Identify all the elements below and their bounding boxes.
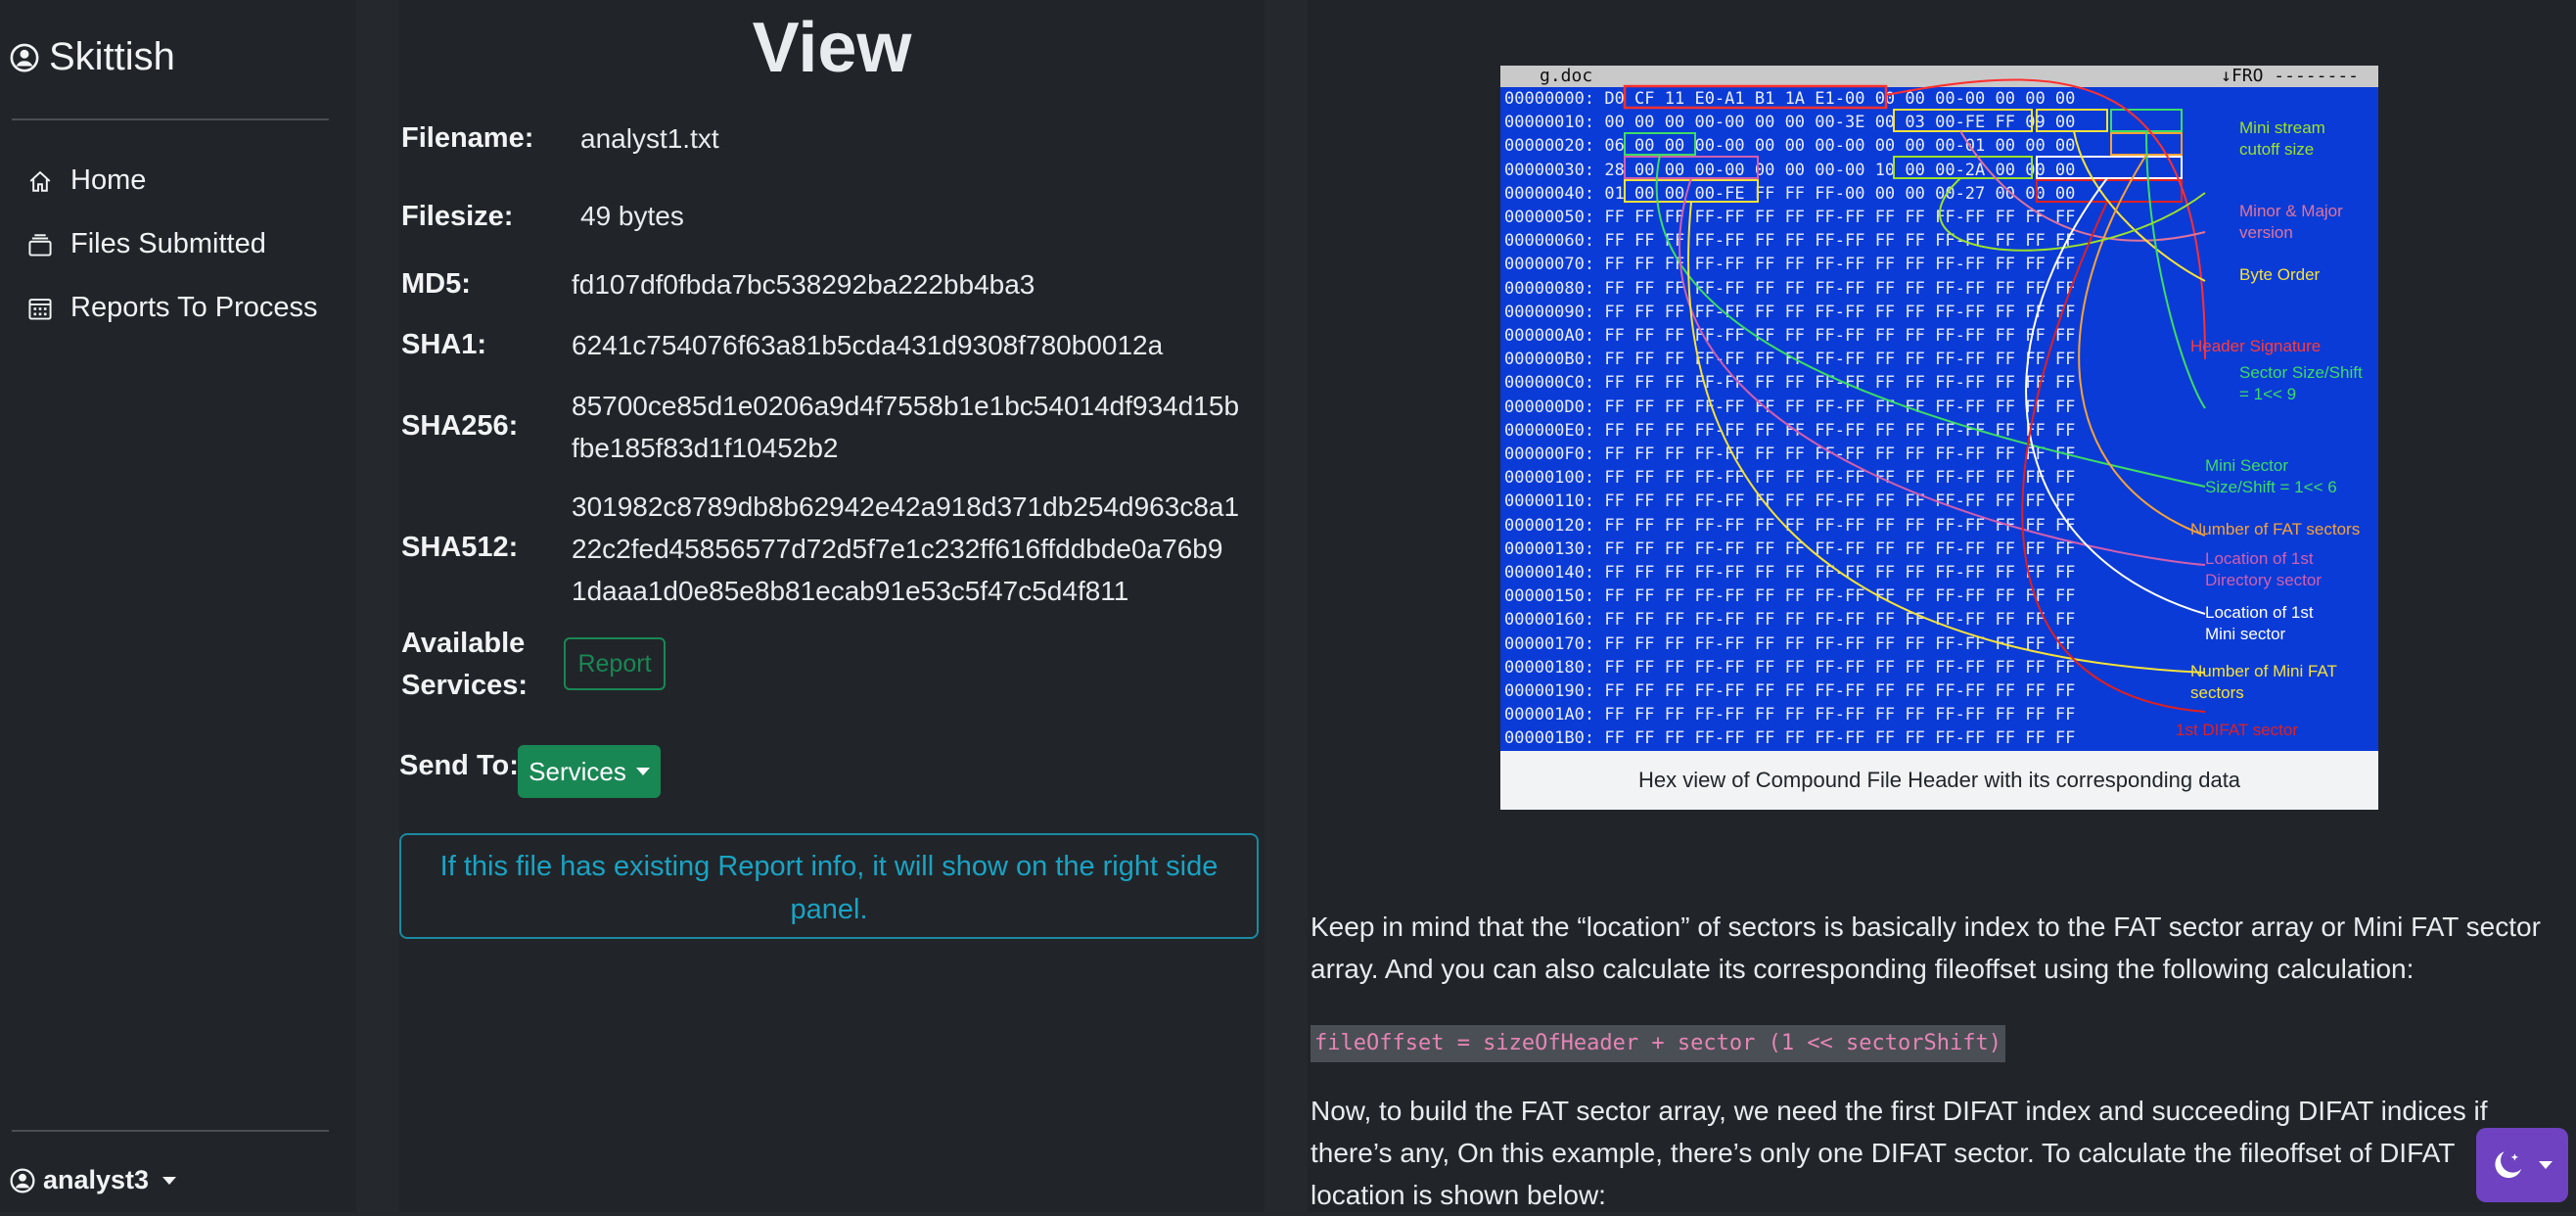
sha256-label: SHA256: <box>401 410 519 442</box>
annotation-label: Sector Size/Shift = 1<< 9 <box>2239 363 2363 403</box>
sha512-line: 22c2fed45856577d72d5f7e1c232ff616ffddbde… <box>572 534 1223 564</box>
paragraph-line: array. And you can also calculate its co… <box>1311 954 2415 984</box>
house-icon <box>29 170 51 192</box>
annotation-label: Number of Mini FAT sectors <box>2190 662 2337 702</box>
send-to-label: Send To: <box>399 750 519 781</box>
nav-files-submitted-label: Files Submitted <box>70 228 266 259</box>
report-info-alert: If this file has existing Report info, i… <box>399 833 1259 939</box>
alert-line: If this file has existing Report info, i… <box>439 851 1219 882</box>
annotation-label: Location of 1st Directory sector <box>2205 549 2323 589</box>
person-circle-icon <box>10 43 39 71</box>
annotation-label: Mini Sector Size/Shift = 1<< 6 <box>2205 456 2337 496</box>
chevron-down-icon <box>2539 1161 2553 1169</box>
sha256-value: 85700ce85d1e0206a9d4f7558b1e1bc54014df93… <box>572 385 1239 469</box>
sidebar-divider-bottom <box>12 1130 329 1132</box>
paragraph-line: there’s any, On this example, there’s on… <box>1311 1138 2456 1168</box>
sha512-value: 301982c8789db8b62942e42a918d371db254d963… <box>572 486 1239 612</box>
annotation-label: Header Signature <box>2190 337 2322 355</box>
paragraph-line: Keep in mind that the “location” of sect… <box>1311 912 2541 942</box>
sha256-line: fbe185f83d1f10452b2 <box>572 433 839 463</box>
annotation-lines <box>1623 78 2206 713</box>
sidebar: Skittish Home Files Submitted Reports To… <box>0 0 356 1212</box>
sha1-label: SHA1: <box>401 329 487 360</box>
nav-reports-to-process[interactable]: Reports To Process <box>27 292 318 324</box>
nav-files-submitted[interactable]: Files Submitted <box>27 228 266 260</box>
md5-value: fd107df0fbda7bc538292ba222bb4ba3 <box>572 269 1035 300</box>
filesize-label: Filesize: <box>401 201 514 232</box>
sidebar-divider <box>12 118 329 120</box>
hex-view-image: g.doc ↓FRO -------- 00000000: D0 CF 11 E… <box>1500 66 2378 751</box>
paragraph-2: Now, to build the FAT sector array, we n… <box>1311 1090 2573 1216</box>
filename-value: analyst1.txt <box>580 123 719 154</box>
services-button-label: Services <box>529 756 626 786</box>
person-circle-icon <box>10 1167 35 1193</box>
annotation-label: Mini stream cutoff size <box>2239 118 2325 159</box>
calendar-icon <box>28 298 52 320</box>
page-title: View <box>752 9 912 87</box>
annotation-label: 1st DIFAT sector <box>2176 721 2299 739</box>
user-menu[interactable]: analyst3 <box>10 1165 177 1195</box>
annotation-label: Location of 1st Mini sector <box>2205 603 2314 643</box>
paragraph-line: Now, to build the FAT sector array, we n… <box>1311 1096 2488 1126</box>
figure-caption: Hex view of Compound File Header with it… <box>1637 768 2241 792</box>
alert-line: panel. <box>790 894 868 925</box>
paragraph-line: location is shown below: <box>1311 1180 1606 1210</box>
chevron-down-icon <box>635 768 650 775</box>
available-services-label: Available Services: <box>401 628 528 701</box>
collection-icon <box>28 233 52 257</box>
nav-reports-label: Reports To Process <box>70 292 318 323</box>
hex-figure: g.doc ↓FRO -------- 00000000: D0 CF 11 E… <box>1500 66 2378 810</box>
username: analyst3 <box>43 1165 150 1194</box>
moon-stars-icon <box>2495 1151 2522 1179</box>
nav-home[interactable]: Home <box>27 164 146 197</box>
md5-label: MD5: <box>401 268 471 300</box>
sha512-label: SHA512: <box>401 532 519 563</box>
brand[interactable]: Skittish <box>10 35 175 79</box>
annotation-label: Minor & Major version <box>2239 202 2343 242</box>
chevron-down-icon <box>162 1176 177 1185</box>
filesize-value: 49 bytes <box>580 201 684 231</box>
annotation-label: Number of FAT sectors <box>2190 520 2361 538</box>
report-button[interactable]: Report <box>564 637 666 690</box>
sha512-line: 301982c8789db8b62942e42a918d371db254d963… <box>572 491 1240 522</box>
paragraph-1: Keep in mind that the “location” of sect… <box>1311 906 2573 990</box>
brand-name: Skittish <box>49 35 175 78</box>
sha512-line: 1daaa1d0e85e8b81ecab91e53c5f47c5d4f811 <box>572 576 1129 606</box>
code-snippet: fileOffset = sizeOfHeader + sector (1 <<… <box>1311 1025 2005 1062</box>
sha1-value: 6241c754076f63a81b5cda431d9308f780b0012a <box>572 330 1164 360</box>
annotation-label: Byte Order <box>2239 265 2321 284</box>
filename-label: Filename: <box>401 122 534 154</box>
services-dropdown-button[interactable]: Services <box>518 745 661 798</box>
theme-toggle-button[interactable] <box>2476 1128 2568 1202</box>
nav-home-label: Home <box>70 164 147 196</box>
sha256-line: 85700ce85d1e0206a9d4f7558b1e1bc54014df93… <box>572 391 1240 421</box>
